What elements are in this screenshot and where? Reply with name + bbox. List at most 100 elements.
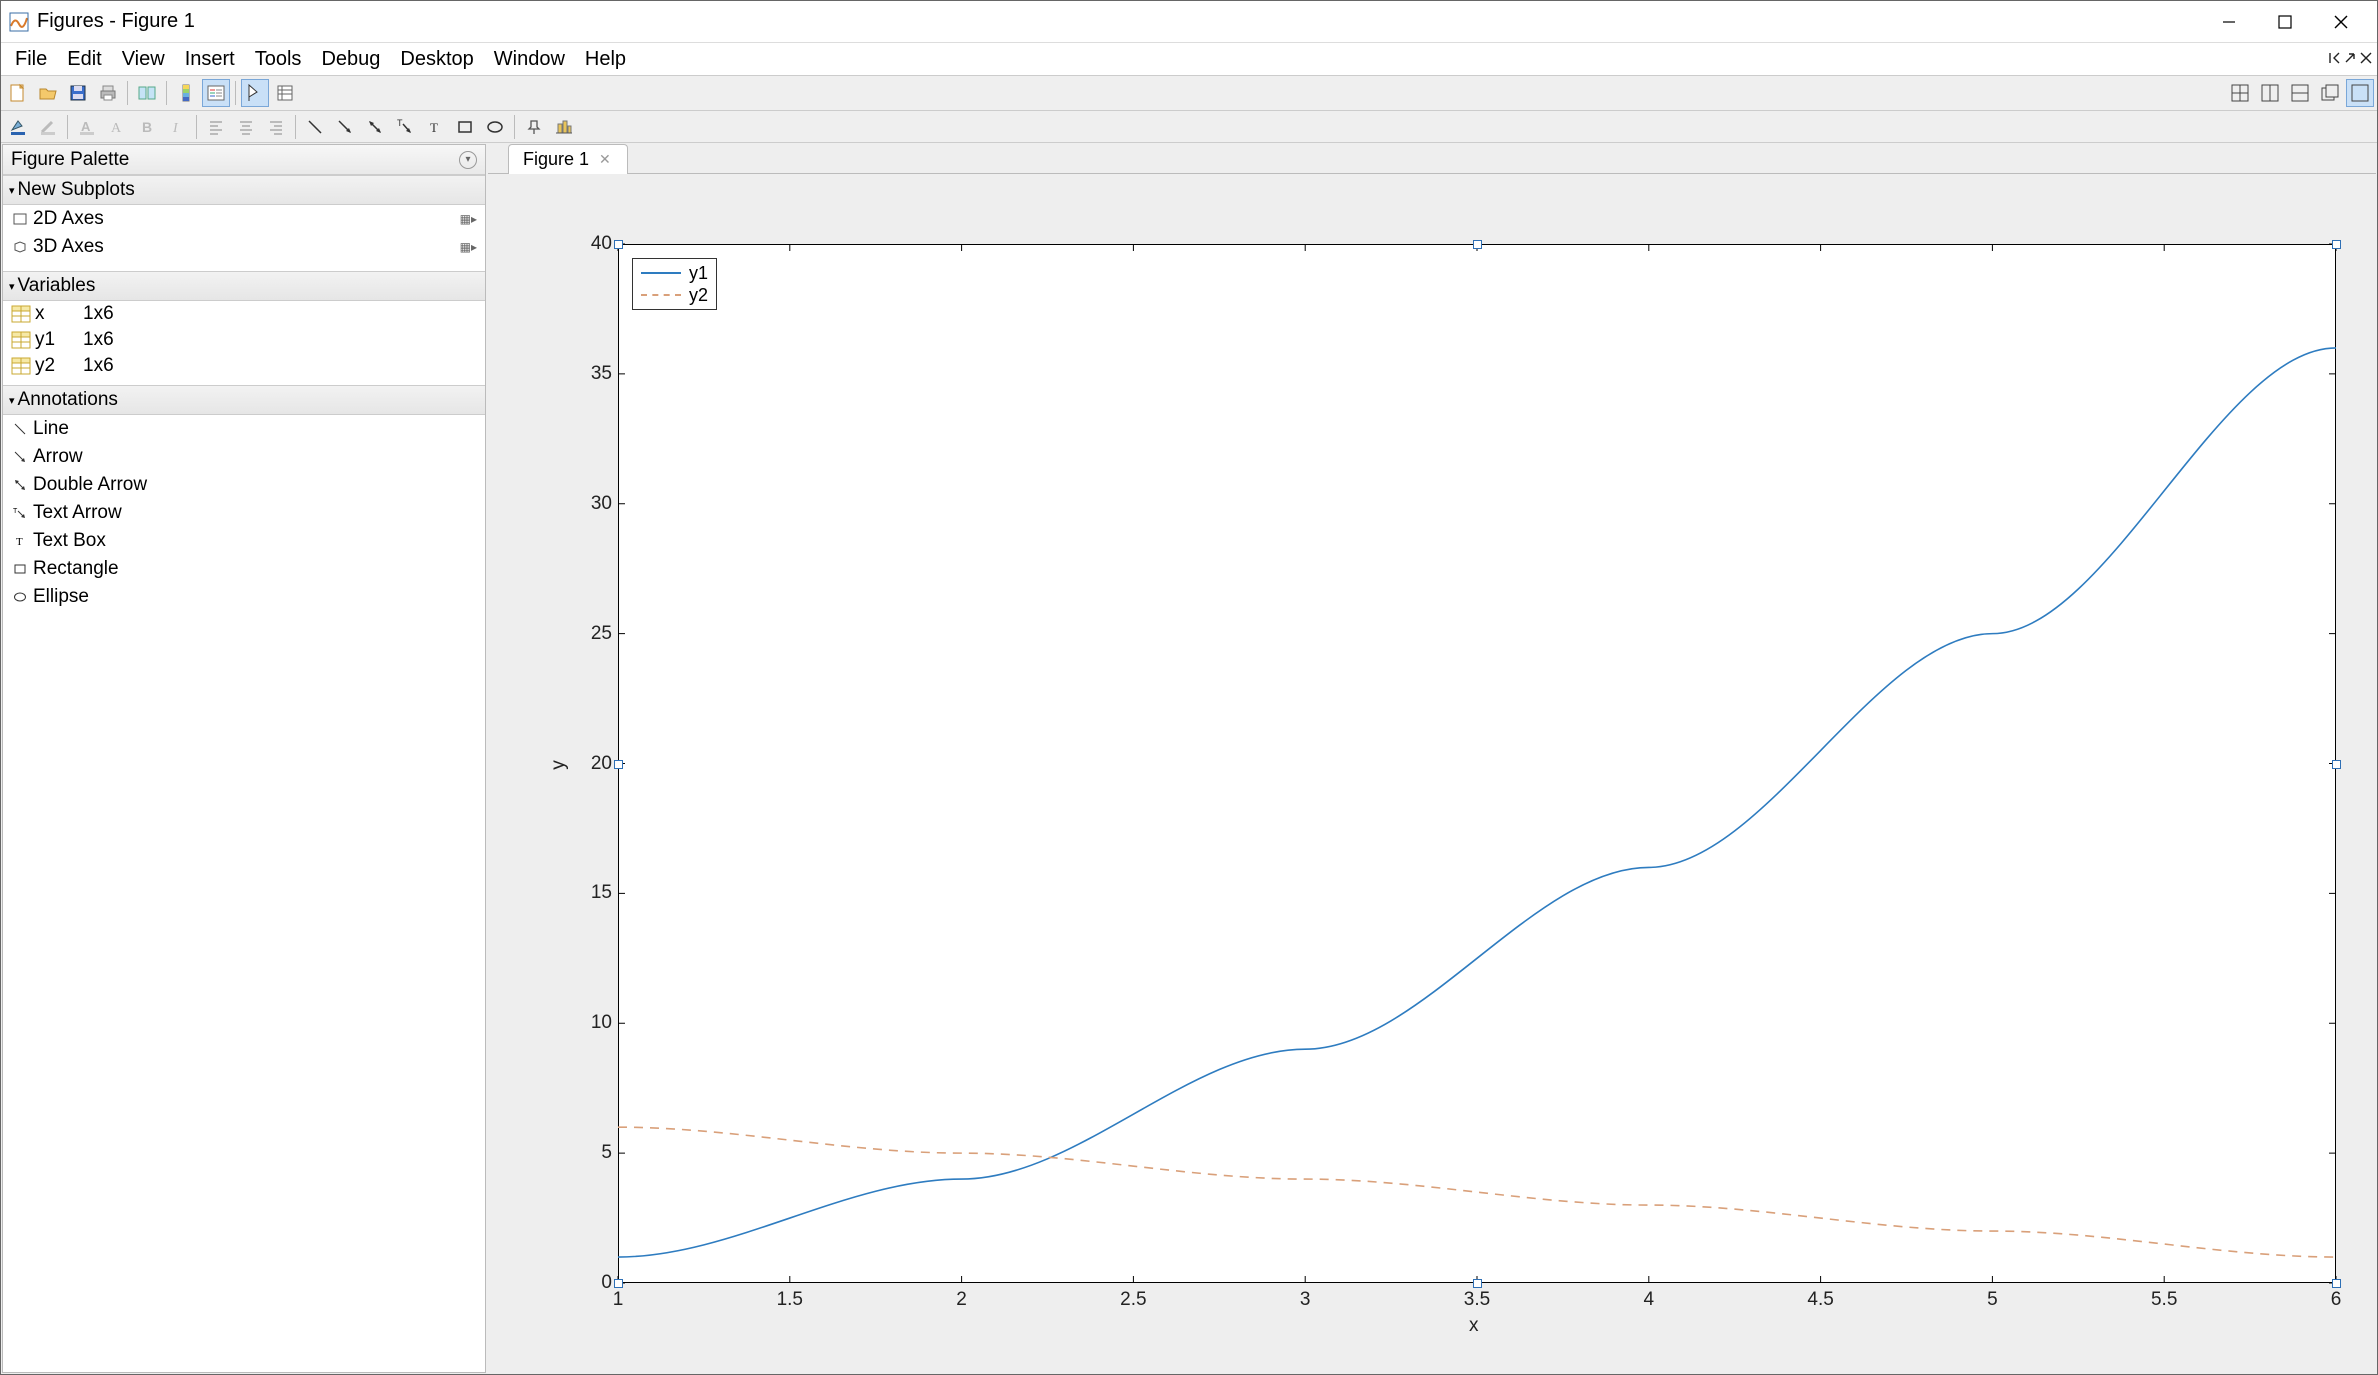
menu-help[interactable]: Help xyxy=(575,44,636,75)
close-icon[interactable]: ✕ xyxy=(599,151,611,168)
svg-text:A: A xyxy=(81,119,91,134)
collapse-icon: ▾ xyxy=(9,394,15,407)
menu-debug[interactable]: Debug xyxy=(311,44,390,75)
maximize-button[interactable] xyxy=(2257,1,2313,43)
annotations-section-header[interactable]: ▾ Annotations xyxy=(3,385,485,415)
annotation-item[interactable]: Line xyxy=(3,415,485,443)
annotation-item[interactable]: Arrow xyxy=(3,443,485,471)
text-color-button[interactable]: A xyxy=(73,113,101,141)
minimize-button[interactable] xyxy=(2201,1,2257,43)
pin-button[interactable] xyxy=(520,113,548,141)
annotation-label: Text Arrow xyxy=(33,502,122,524)
menu-file[interactable]: File xyxy=(5,44,57,75)
variables-label: Variables xyxy=(18,275,96,297)
figure-palette-header[interactable]: Figure Palette ▾ xyxy=(3,145,485,175)
close-button[interactable] xyxy=(2313,1,2369,43)
menu-bar: File Edit View Insert Tools Debug Deskto… xyxy=(1,43,2377,75)
panel-close-icon[interactable] xyxy=(2359,48,2373,71)
panel-menu-icon[interactable]: ▾ xyxy=(459,151,477,169)
maximize-panel-button[interactable] xyxy=(2346,79,2374,107)
annotation-label: Line xyxy=(33,418,69,440)
edge-color-button[interactable] xyxy=(34,113,62,141)
text-arrow-tool-button[interactable]: T xyxy=(391,113,419,141)
grid-picker-icon[interactable]: ▦▸ xyxy=(460,240,477,254)
ellipse-tool-button[interactable] xyxy=(481,113,509,141)
arrow-tool-button[interactable] xyxy=(331,113,359,141)
axes-2d-item[interactable]: 2D Axes ▦▸ xyxy=(3,205,485,233)
link-axes-button[interactable] xyxy=(133,79,161,107)
x-tick-label: 4 xyxy=(1634,1289,1664,1311)
x-tick-label: 2 xyxy=(947,1289,977,1311)
annotation-item[interactable]: Ellipse xyxy=(3,583,485,611)
variables-section-header[interactable]: ▾ Variables xyxy=(3,271,485,301)
bold-button[interactable]: B xyxy=(133,113,161,141)
variable-row[interactable]: y11x6 xyxy=(3,327,485,353)
variable-size: 1x6 xyxy=(83,329,114,351)
align-left-button[interactable] xyxy=(202,113,230,141)
new-figure-button[interactable] xyxy=(4,79,32,107)
edit-plot-button[interactable] xyxy=(241,79,269,107)
rectangle-tool-button[interactable] xyxy=(451,113,479,141)
figure-canvas-area: Figure 1 ✕ 11.522.533.544.555.5605101520… xyxy=(488,144,2376,1373)
annotation-item[interactable]: TText Box xyxy=(3,527,485,555)
align-right-button[interactable] xyxy=(262,113,290,141)
face-color-button[interactable] xyxy=(4,113,32,141)
italic-button[interactable]: I xyxy=(163,113,191,141)
open-button[interactable] xyxy=(34,79,62,107)
y-tick-label: 30 xyxy=(578,493,612,515)
tile-top-bottom-button[interactable] xyxy=(2286,79,2314,107)
double-arrow-tool-button[interactable] xyxy=(361,113,389,141)
annotation-item[interactable]: Rectangle xyxy=(3,555,485,583)
property-editor-button[interactable] xyxy=(271,79,299,107)
selection-handle[interactable] xyxy=(614,240,623,249)
float-button[interactable] xyxy=(2316,79,2344,107)
dock-collapse-icon[interactable] xyxy=(2327,48,2341,71)
menu-tools[interactable]: Tools xyxy=(245,44,312,75)
selection-handle[interactable] xyxy=(2332,1279,2341,1288)
insert-colorbar-button[interactable] xyxy=(172,79,200,107)
x-tick-label: 5 xyxy=(1977,1289,2007,1311)
axes-3d-item[interactable]: 3D Axes ▦▸ xyxy=(3,233,485,261)
window-title: Figures - Figure 1 xyxy=(37,10,195,33)
selection-handle[interactable] xyxy=(2332,760,2341,769)
menu-edit[interactable]: Edit xyxy=(57,44,111,75)
y-tick-label: 20 xyxy=(578,753,612,775)
variable-row[interactable]: x1x6 xyxy=(3,301,485,327)
figure-tab-label: Figure 1 xyxy=(523,149,589,170)
selection-handle[interactable] xyxy=(1473,240,1482,249)
save-button[interactable] xyxy=(64,79,92,107)
x-tick-label: 3 xyxy=(1290,1289,1320,1311)
menu-insert[interactable]: Insert xyxy=(175,44,245,75)
annotation-item[interactable]: TText Arrow xyxy=(3,499,485,527)
figure-tab-strip: Figure 1 ✕ xyxy=(488,144,2376,174)
new-subplots-section-header[interactable]: ▾ New Subplots xyxy=(3,175,485,205)
grid-picker-icon[interactable]: ▦▸ xyxy=(460,212,477,226)
annotation-toolbar: A A B I T T xyxy=(1,111,2377,143)
tile-2x2-button[interactable] xyxy=(2226,79,2254,107)
insert-legend-button[interactable] xyxy=(202,79,230,107)
tile-left-right-button[interactable] xyxy=(2256,79,2284,107)
line-tool-button[interactable] xyxy=(301,113,329,141)
legend[interactable]: y1y2 xyxy=(632,258,717,310)
series-y1[interactable] xyxy=(618,348,2336,1257)
variable-row[interactable]: y21x6 xyxy=(3,353,485,379)
selection-handle[interactable] xyxy=(1473,1279,1482,1288)
align-center-button[interactable] xyxy=(232,113,260,141)
align-distribute-button[interactable] xyxy=(550,113,578,141)
font-button[interactable]: A xyxy=(103,113,131,141)
annotation-icon xyxy=(11,450,29,464)
print-button[interactable] xyxy=(94,79,122,107)
undock-icon[interactable] xyxy=(2343,48,2357,71)
menu-view[interactable]: View xyxy=(112,44,175,75)
selection-handle[interactable] xyxy=(614,1279,623,1288)
menu-window[interactable]: Window xyxy=(484,44,575,75)
svg-text:A: A xyxy=(111,121,122,136)
figure-tab[interactable]: Figure 1 ✕ xyxy=(508,144,628,174)
annotation-item[interactable]: Double Arrow xyxy=(3,471,485,499)
selection-handle[interactable] xyxy=(614,760,623,769)
svg-text:T: T xyxy=(430,120,438,135)
menu-desktop[interactable]: Desktop xyxy=(390,44,483,75)
selection-handle[interactable] xyxy=(2332,240,2341,249)
plot-area[interactable]: 11.522.533.544.555.560510152025303540xyy… xyxy=(488,174,2376,1373)
text-box-tool-button[interactable]: T xyxy=(421,113,449,141)
